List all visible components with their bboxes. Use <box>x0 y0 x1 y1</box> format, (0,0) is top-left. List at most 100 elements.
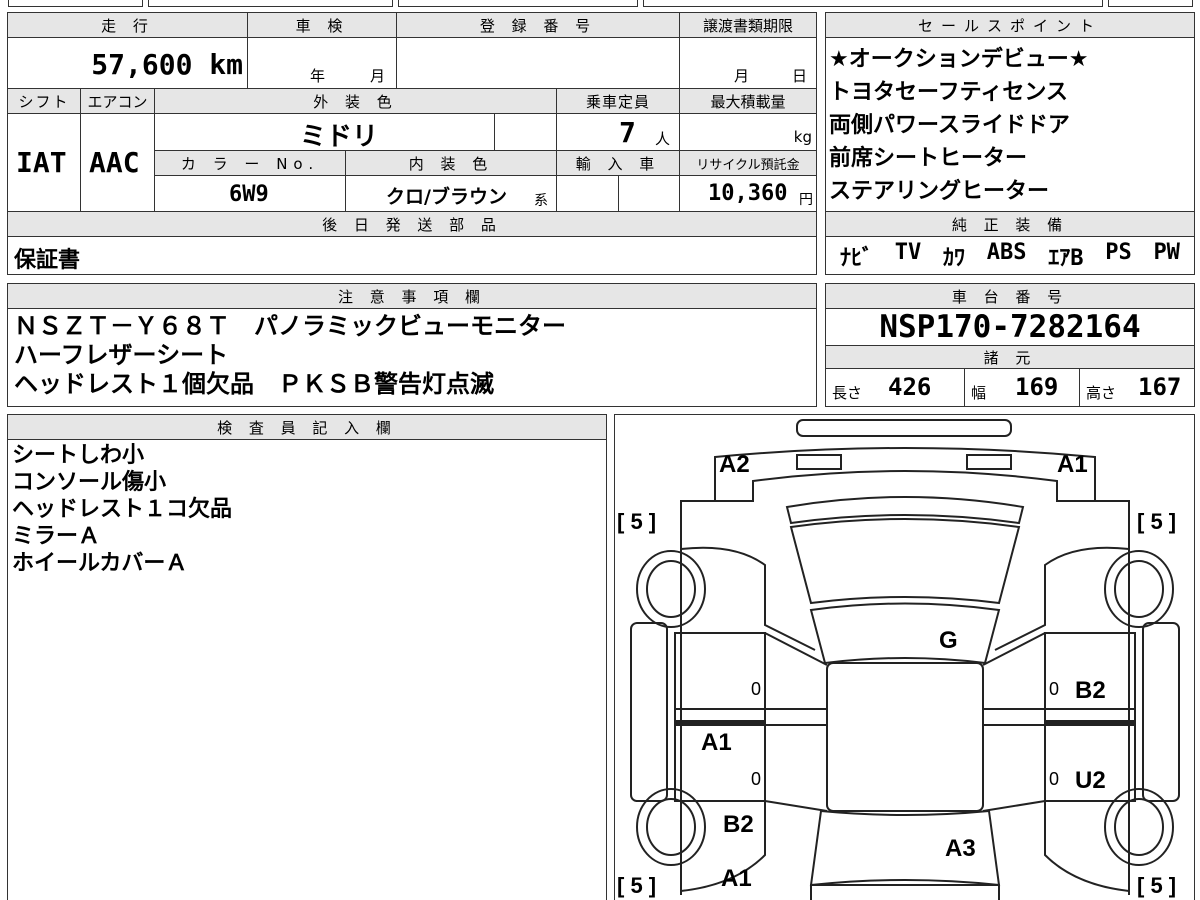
recycle-fee-header: リサイクル預託金 <box>679 150 817 176</box>
aircon-value: AAC <box>89 146 140 179</box>
inspection-year-unit: 年 <box>310 67 326 85</box>
import-header: 輸 入 車 <box>556 150 680 176</box>
note-line: ＮＳＺＴ－Ｙ６８Ｔ パノラミックビューモニター <box>14 312 566 340</box>
transfer-month-unit: 月 <box>734 67 750 85</box>
width-value: 169 <box>1015 373 1059 401</box>
left-front-fender-shape <box>680 546 816 651</box>
length-label: 長さ <box>832 384 863 402</box>
exterior-color-extra-cell <box>494 113 557 151</box>
recycle-fee-cell: 10,360 円 <box>679 175 817 212</box>
transfer-day-unit: 日 <box>792 67 808 85</box>
wheel-rl-inner <box>646 798 696 856</box>
equipment-item: TV <box>894 240 922 265</box>
recycle-fee-value: 10,360 <box>708 181 788 206</box>
inspector-note: シートしわ小 <box>12 443 145 468</box>
note-line: ハーフレザーシート <box>14 341 229 369</box>
exterior-color-value: ミドリ <box>300 122 379 151</box>
wheel-rr-inner <box>1114 798 1164 856</box>
capacity-unit: 人 <box>655 130 671 148</box>
mileage-header: 走 行 <box>7 12 248 38</box>
hood-shape <box>714 447 1096 502</box>
height-label: 高さ <box>1086 384 1117 402</box>
damage-roof: G <box>939 627 958 654</box>
rear-bumper-shape <box>810 884 1000 900</box>
sales-point: ステアリングヒーター <box>829 179 1050 204</box>
max-load-cell: kg <box>679 113 817 151</box>
front-bumper-shape <box>796 419 1012 437</box>
shift-cell: IAT <box>7 113 81 212</box>
inspector-notes-header: 検 査 員 記 入 欄 <box>7 414 607 440</box>
color-no-cell: 6W9 <box>154 175 346 212</box>
capacity-value: 7 <box>619 116 636 149</box>
top-strip-3 <box>398 0 638 7</box>
equipment-item: ﾅﾋﾞ <box>840 246 874 271</box>
interior-color-cell: クロ/ブラウン 系 <box>345 175 557 212</box>
mileage-cell: 57,600 km <box>7 37 248 89</box>
wheel-fr-inner <box>1114 560 1164 618</box>
color-no-header: カ ラ ー No. <box>154 150 346 176</box>
import-cell-1 <box>556 175 619 212</box>
left-pillar-shape <box>764 632 828 812</box>
damage-left-rear-bottom: A1 <box>721 865 752 892</box>
right-headlight-shape <box>966 454 1012 470</box>
sales-point: トヨタセーフティセンス <box>829 80 1068 105</box>
damage-right-front-door: B2 <box>1075 677 1106 704</box>
top-strip-1 <box>8 0 143 7</box>
width-label: 幅 <box>971 384 987 402</box>
windshield-inner-shape <box>789 518 1021 605</box>
right-pillar-shape <box>982 632 1046 812</box>
shift-header: シフト <box>7 88 81 114</box>
inspector-note: ホイールカバーＡ <box>12 551 188 576</box>
damage-left-rear-door: A1 <box>701 729 732 756</box>
tire-rear-right: [ 5 ] <box>1137 873 1177 898</box>
equipment-item: ｶﾜ <box>942 246 965 271</box>
right-rocker-shape <box>1142 622 1180 802</box>
notes-header: 注 意 事 項 欄 <box>7 283 817 309</box>
equipment-item: PW <box>1153 240 1180 265</box>
load-unit: kg <box>793 128 812 146</box>
genuine-equipment-header: 純 正 装 備 <box>825 211 1195 237</box>
sales-points-header: セールスポイント <box>825 12 1195 38</box>
damage-right-rear-door: U2 <box>1075 767 1106 794</box>
later-parts-header: 後 日 発 送 部 品 <box>7 211 817 237</box>
wheel-fl-inner <box>646 560 696 618</box>
car-diagram-svg <box>630 419 1180 900</box>
transfer-deadline-header: 譲渡書類期限 <box>679 12 817 38</box>
zero-mark: 0 <box>751 769 762 789</box>
top-strip-5 <box>1108 0 1193 7</box>
top-strip-4 <box>643 0 1103 7</box>
tire-front-right: [ 5 ] <box>1137 509 1177 534</box>
zero-mark: 0 <box>1049 679 1060 699</box>
later-parts-value: 保証書 <box>14 248 81 273</box>
recycle-fee-unit: 円 <box>799 192 813 208</box>
import-cell-2 <box>618 175 680 212</box>
color-no-value: 6W9 <box>229 182 269 207</box>
inspection-header: 車 検 <box>247 12 397 38</box>
sales-point: 前席シートヒーター <box>829 146 1028 171</box>
spec-length-cell: 長さ 426 <box>825 368 965 407</box>
sales-point: ★オークションデビュー★ <box>829 47 1089 72</box>
spec-height-cell: 高さ 167 <box>1079 368 1195 407</box>
inspection-cell: 年 月 <box>247 37 397 89</box>
height-value: 167 <box>1138 373 1182 401</box>
aircon-header: エアコン <box>80 88 155 114</box>
shift-value: IAT <box>16 146 67 179</box>
interior-color-suffix: 系 <box>534 193 548 209</box>
damage-rear: A3 <box>945 835 976 862</box>
tire-front-left: [ 5 ] <box>617 509 657 534</box>
equipment-item: PS <box>1105 240 1132 265</box>
aircon-cell: AAC <box>80 113 155 212</box>
top-strip-2 <box>148 0 393 7</box>
chassis-no-value: NSP170-7282164 <box>879 309 1141 345</box>
left-rocker-shape <box>630 622 668 802</box>
tire-rear-left: [ 5 ] <box>617 873 657 898</box>
zero-mark: 0 <box>751 679 762 699</box>
mileage-value: 57,600 km <box>91 48 243 81</box>
capacity-cell: 7 人 <box>556 113 680 151</box>
registration-cell <box>396 37 680 89</box>
equipment-item: ｴｱB <box>1048 246 1084 271</box>
cabin-shape <box>826 662 984 812</box>
damage-left-rear-quarter: B2 <box>723 811 754 838</box>
later-parts-cell: 保証書 <box>7 236 817 275</box>
spec-width-cell: 幅 169 <box>964 368 1080 407</box>
